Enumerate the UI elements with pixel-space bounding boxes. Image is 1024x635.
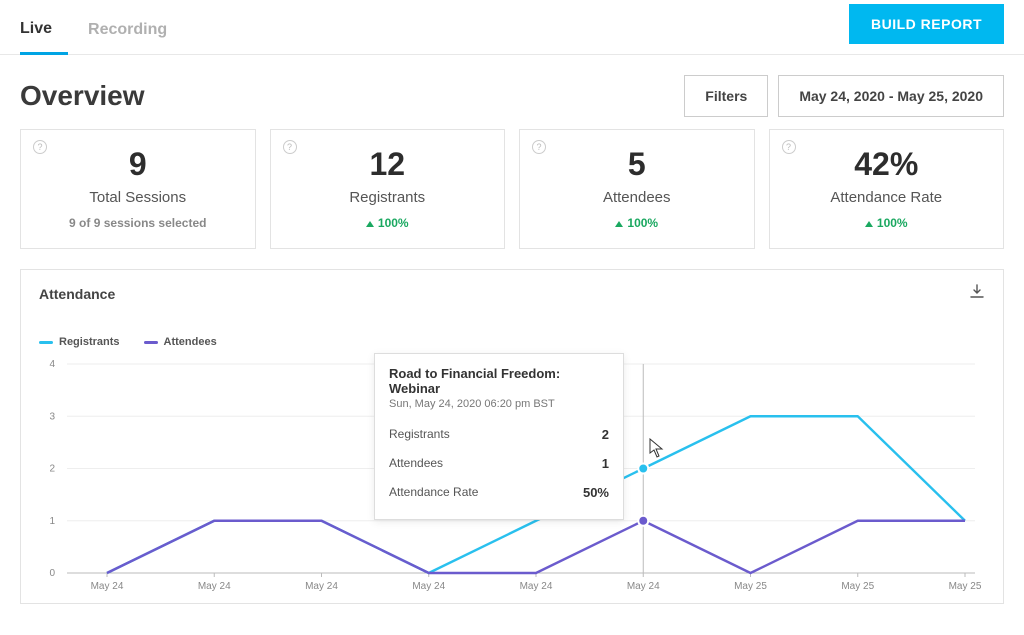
card-registrants: ? 12 Registrants 100% — [270, 129, 506, 249]
svg-text:May 24: May 24 — [412, 581, 445, 592]
help-icon[interactable]: ? — [532, 140, 546, 154]
swatch-icon — [144, 341, 158, 344]
card-label: Total Sessions — [31, 189, 245, 206]
tooltip-row-value: 1 — [602, 456, 609, 471]
tooltip-row-value: 2 — [602, 427, 609, 442]
help-icon[interactable]: ? — [283, 140, 297, 154]
legend-label: Attendees — [164, 336, 217, 348]
legend-attendees[interactable]: Attendees — [144, 336, 217, 348]
card-label: Attendees — [530, 189, 744, 206]
card-attendees: ? 5 Attendees 100% — [519, 129, 755, 249]
attendance-chart-panel: Attendance Registrants Attendees 0 1 2 3 4 Ma… — [20, 269, 1004, 604]
help-icon[interactable]: ? — [782, 140, 796, 154]
svg-text:May 24: May 24 — [520, 581, 553, 592]
card-delta: 100% — [281, 216, 495, 230]
date-range-button[interactable]: May 24, 2020 - May 25, 2020 — [778, 75, 1004, 117]
tab-live[interactable]: Live — [20, 10, 68, 55]
svg-text:May 24: May 24 — [627, 581, 660, 592]
tooltip-time: Sun, May 24, 2020 06:20 pm BST — [389, 398, 609, 410]
card-value: 12 — [281, 146, 495, 183]
svg-text:3: 3 — [49, 411, 55, 422]
svg-text:1: 1 — [49, 516, 55, 527]
card-total-sessions: ? 9 Total Sessions 9 of 9 sessions selec… — [20, 129, 256, 249]
card-attendance-rate: ? 42% Attendance Rate 100% — [769, 129, 1005, 249]
filters-button[interactable]: Filters — [684, 75, 768, 117]
card-delta: 100% — [530, 216, 744, 230]
svg-text:May 25: May 25 — [734, 581, 767, 592]
svg-text:May 24: May 24 — [91, 581, 124, 592]
card-value: 9 — [31, 146, 245, 183]
tab-recording[interactable]: Recording — [88, 11, 183, 53]
svg-text:May 25: May 25 — [841, 581, 874, 592]
chart-title: Attendance — [39, 286, 985, 302]
svg-text:4: 4 — [49, 359, 55, 370]
build-report-button[interactable]: BUILD REPORT — [849, 4, 1004, 44]
download-icon[interactable] — [969, 284, 985, 305]
card-label: Attendance Rate — [780, 189, 994, 206]
card-value: 42% — [780, 146, 994, 183]
svg-text:May 25: May 25 — [949, 581, 982, 592]
svg-text:0: 0 — [49, 568, 55, 579]
card-delta: 100% — [780, 216, 994, 230]
up-arrow-icon — [865, 221, 873, 227]
tooltip-row-label: Registrants — [389, 427, 450, 442]
tooltip-row-label: Attendance Rate — [389, 485, 478, 500]
tooltip-row-value: 50% — [583, 485, 609, 500]
card-subtext: 9 of 9 sessions selected — [31, 216, 245, 230]
stat-cards: ? 9 Total Sessions 9 of 9 sessions selec… — [0, 129, 1024, 249]
chart-tooltip: Road to Financial Freedom: Webinar Sun, … — [374, 353, 624, 520]
up-arrow-icon — [615, 221, 623, 227]
tooltip-title: Road to Financial Freedom: Webinar — [389, 366, 609, 396]
legend-registrants[interactable]: Registrants — [39, 336, 120, 348]
legend-label: Registrants — [59, 336, 120, 348]
card-value: 5 — [530, 146, 744, 183]
page-title: Overview — [20, 80, 145, 112]
card-label: Registrants — [281, 189, 495, 206]
svg-text:May 24: May 24 — [198, 581, 231, 592]
help-icon[interactable]: ? — [33, 140, 47, 154]
up-arrow-icon — [366, 221, 374, 227]
svg-text:2: 2 — [49, 464, 55, 475]
tooltip-row-label: Attendees — [389, 456, 443, 471]
swatch-icon — [39, 341, 53, 344]
svg-text:May 24: May 24 — [305, 581, 338, 592]
